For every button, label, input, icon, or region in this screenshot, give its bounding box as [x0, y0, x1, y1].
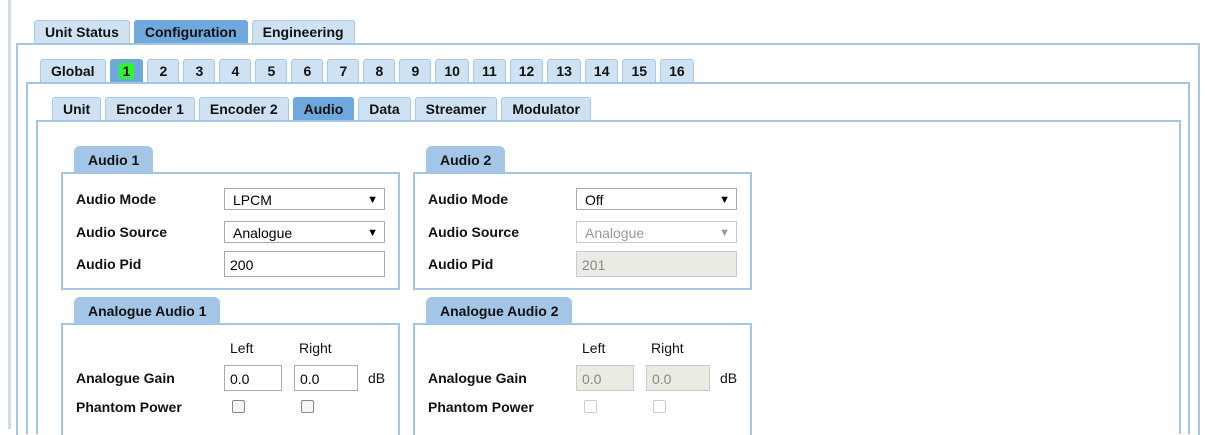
left-border [8, 0, 11, 429]
top-tab-bar: Unit Status Configuration Engineering [34, 20, 359, 44]
audio-2-mode-select[interactable]: Off ▼ [576, 188, 737, 210]
tab-unit[interactable]: Unit [52, 97, 102, 121]
audio-mode-label: Audio Mode [428, 191, 509, 207]
audio-source-label: Audio Source [428, 224, 520, 240]
audio-2-source-select[interactable]: Analogue ▼ [576, 221, 737, 243]
analogue-1-gain-left-input[interactable]: 0.0 [224, 365, 282, 391]
tab-unit-6[interactable]: 6 [291, 59, 324, 83]
tab-streamer[interactable]: Streamer [414, 97, 498, 121]
phantom-power-label: Phantom Power [428, 399, 534, 415]
dropdown-arrow-icon: ▼ [367, 227, 378, 239]
tab-unit-12[interactable]: 12 [509, 59, 544, 83]
audio-2-title: Audio 2 [426, 146, 506, 172]
analogue-gain-label: Analogue Gain [428, 370, 527, 386]
tab-engineering[interactable]: Engineering [251, 20, 355, 44]
audio-1-title: Audio 1 [74, 146, 154, 172]
analogue-audio-1-panel: Left Right Analogue Gain 0.0 0.0 dB Phan… [61, 323, 400, 435]
tab-data[interactable]: Data [358, 97, 411, 121]
tab-unit-11[interactable]: 11 [472, 59, 506, 83]
tab-encoder-1[interactable]: Encoder 1 [105, 97, 195, 121]
audio-pid-label: Audio Pid [76, 256, 142, 272]
audio-2-pid-input[interactable]: 201 [576, 251, 737, 277]
audio-1-mode-select[interactable]: LPCM ▼ [224, 188, 385, 210]
tab-unit-1[interactable]: 1 [109, 59, 144, 83]
tab-unit-4[interactable]: 4 [219, 59, 252, 83]
analogue-1-phantom-right-checkbox[interactable] [301, 400, 314, 413]
tab-unit-7[interactable]: 7 [327, 59, 360, 83]
tab-unit-status[interactable]: Unit Status [34, 20, 130, 44]
unit-tab-bar: Global 1 2 3 4 5 6 7 8 9 10 11 12 13 14 … [40, 59, 698, 83]
dropdown-arrow-icon: ▼ [719, 227, 730, 239]
audio-pid-label: Audio Pid [428, 256, 494, 272]
tab-unit-13[interactable]: 13 [547, 59, 581, 83]
audio-2-panel: Audio Mode Off ▼ Audio Source Analogue ▼ A… [413, 172, 752, 290]
tab-unit-10[interactable]: 10 [435, 59, 469, 83]
audio-1-pid-input[interactable]: 200 [224, 251, 385, 277]
tab-unit-2[interactable]: 2 [147, 59, 180, 83]
audio-source-label: Audio Source [76, 224, 168, 240]
analogue-audio-2-panel: Left Right Analogue Gain 0.0 0.0 dB Phan… [413, 323, 752, 435]
left-header: Left [230, 340, 254, 356]
tab-unit-15[interactable]: 15 [622, 59, 657, 83]
tab-modulator[interactable]: Modulator [501, 97, 591, 121]
gain-unit-label: dB [368, 370, 386, 386]
tab-unit-8[interactable]: 8 [363, 59, 396, 83]
right-header: Right [651, 340, 684, 356]
audio-1-source-select[interactable]: Analogue ▼ [224, 221, 385, 243]
audio-1-panel: Audio Mode LPCM ▼ Audio Source Analogue ▼ … [61, 172, 400, 290]
tab-unit-5[interactable]: 5 [255, 59, 288, 83]
right-header: Right [299, 340, 332, 356]
audio-mode-label: Audio Mode [76, 191, 157, 207]
analogue-audio-2-title: Analogue Audio 2 [426, 297, 573, 323]
tab-configuration[interactable]: Configuration [133, 20, 248, 44]
tab-unit-9[interactable]: 9 [399, 59, 432, 83]
analogue-2-phantom-right-checkbox[interactable] [653, 400, 666, 413]
analogue-2-gain-left-input[interactable]: 0.0 [576, 365, 634, 391]
analogue-audio-1-title: Analogue Audio 1 [74, 297, 221, 323]
tab-encoder-2[interactable]: Encoder 2 [198, 97, 289, 121]
analogue-1-gain-right-input[interactable]: 0.0 [294, 365, 358, 391]
tab-unit-3[interactable]: 3 [183, 59, 216, 83]
sub-tab-bar: Unit Encoder 1 Encoder 2 Audio Data Stre… [52, 97, 595, 121]
tab-audio[interactable]: Audio [292, 97, 355, 121]
analogue-1-phantom-left-checkbox[interactable] [232, 400, 245, 413]
analogue-2-phantom-left-checkbox[interactable] [584, 400, 597, 413]
dropdown-arrow-icon: ▼ [367, 194, 378, 206]
analogue-gain-label: Analogue Gain [76, 370, 175, 386]
dropdown-arrow-icon: ▼ [719, 194, 730, 206]
analogue-2-gain-right-input[interactable]: 0.0 [646, 365, 710, 391]
tab-global[interactable]: Global [40, 59, 106, 83]
tab-unit-14[interactable]: 14 [584, 59, 619, 83]
phantom-power-label: Phantom Power [76, 399, 182, 415]
gain-unit-label: dB [720, 370, 738, 386]
tab-unit-16[interactable]: 16 [660, 59, 694, 83]
left-header: Left [582, 340, 606, 356]
